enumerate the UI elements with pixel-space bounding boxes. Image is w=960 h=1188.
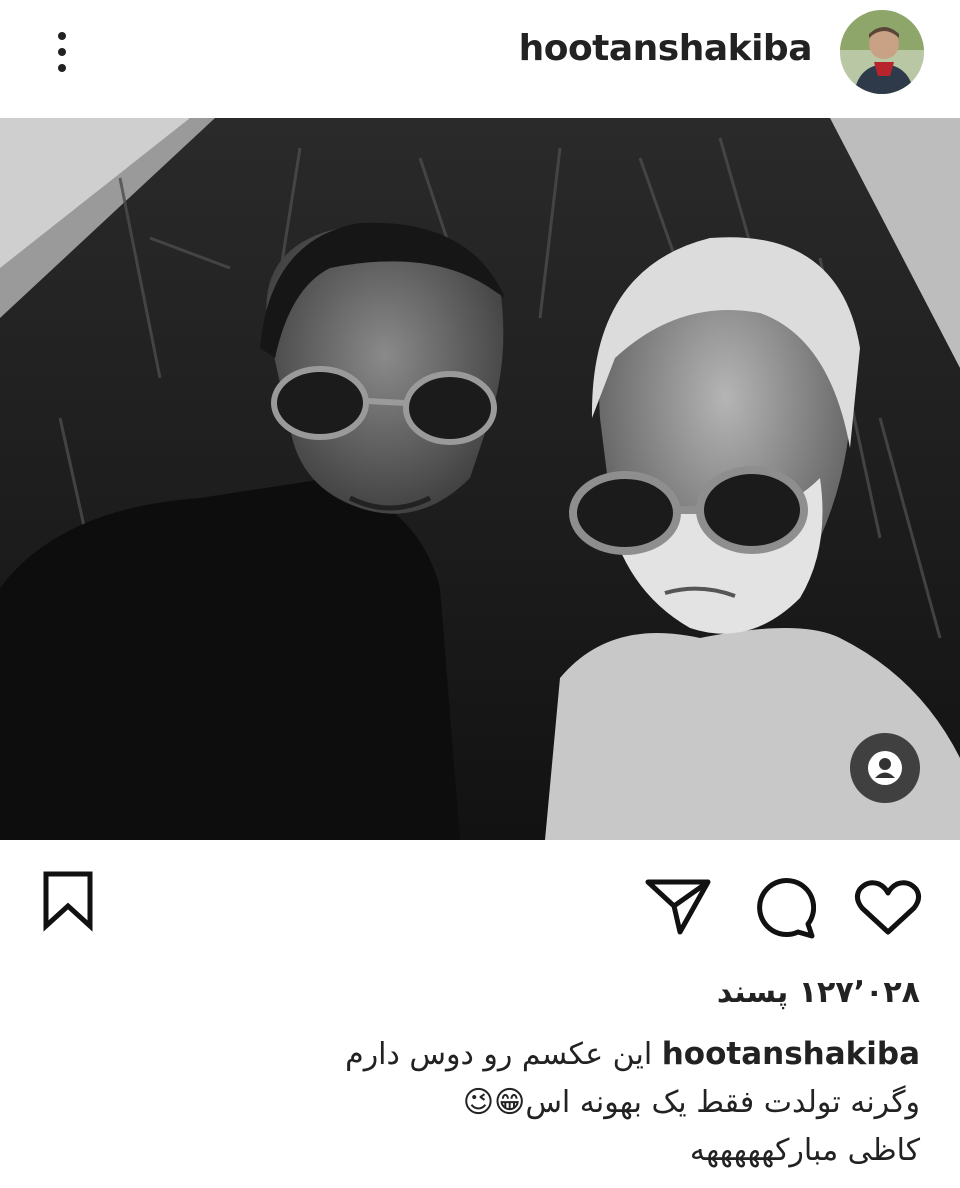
- caption-text-2: وگرنه تولدت فقط یک بهونه اس😁😉: [462, 1085, 920, 1120]
- user-tag-icon[interactable]: [850, 733, 920, 803]
- dot: [58, 64, 66, 72]
- header-username[interactable]: hootanshakiba: [519, 28, 813, 69]
- action-bar: [0, 840, 960, 960]
- caption-line-1: hootanshakiba این عکسم رو دوس دارم: [320, 1030, 920, 1079]
- caption: hootanshakiba این عکسم رو دوس دارم وگرنه…: [320, 1030, 920, 1175]
- avatar[interactable]: [840, 10, 924, 94]
- photo-image: [0, 118, 960, 840]
- likes-count[interactable]: ۱۲۷٬۰۲۸ پسند: [717, 975, 920, 1010]
- avatar-image: [840, 10, 924, 94]
- heart-icon[interactable]: [852, 878, 924, 938]
- dot: [58, 48, 66, 56]
- dot: [58, 32, 66, 40]
- caption-username[interactable]: hootanshakiba: [662, 1036, 920, 1072]
- post-photo[interactable]: [0, 118, 960, 840]
- caption-text-1: این عکسم رو دوس دارم: [345, 1037, 653, 1072]
- send-icon[interactable]: [644, 876, 712, 936]
- bookmark-icon[interactable]: [40, 870, 96, 932]
- post-header: hootanshakiba: [0, 0, 960, 110]
- more-options-icon[interactable]: [40, 24, 84, 80]
- user-tag-glyph: [868, 751, 902, 785]
- caption-text-3: کاظی مبارکهههههه: [689, 1133, 920, 1168]
- comment-icon[interactable]: [750, 876, 816, 940]
